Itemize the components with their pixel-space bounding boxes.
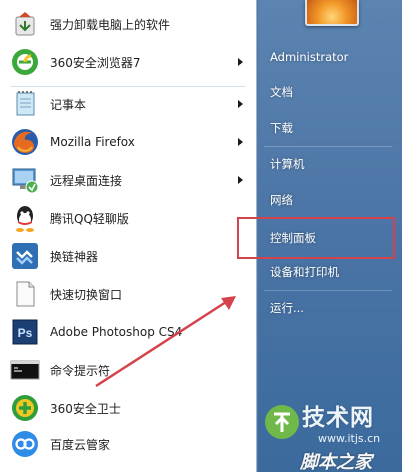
program-item-cmd[interactable]: 命令提示符 [4, 352, 254, 388]
program-label: 快速切换窗口 [50, 287, 123, 302]
program-label: 360安全浏览器7 [50, 55, 141, 70]
watermark-bottom: 脚本之家 [300, 452, 372, 472]
program-label: 远程桌面连接 [50, 173, 123, 188]
baidu-cloud-icon [12, 431, 38, 457]
right-item-documents[interactable]: 文档 [270, 84, 293, 100]
program-item-firefox[interactable]: Mozilla Firefox [4, 124, 254, 160]
right-item-computer[interactable]: 计算机 [270, 156, 305, 172]
program-label: Mozilla Firefox [50, 135, 135, 149]
watermark-brand: 技术网 [302, 405, 374, 431]
notepad-icon [16, 91, 35, 116]
user-avatar[interactable] [305, 0, 359, 26]
control-panel-highlight-box [237, 217, 395, 259]
safe-360-icon [12, 395, 38, 421]
program-label: 记事本 [50, 97, 87, 112]
program-label: 强力卸载电脑上的软件 [50, 17, 171, 32]
window-switch-icon [16, 281, 35, 307]
programs-pane: 强力卸载电脑上的软件 360安全浏览器7 记事本 Mozilla Firefox [0, 0, 257, 472]
submenu-arrow-icon[interactable] [238, 176, 243, 184]
program-item-notepad[interactable]: 记事本 [4, 86, 254, 122]
program-item-remote-desktop[interactable]: 远程桌面连接 [4, 162, 254, 198]
right-item-run[interactable]: 运行... [270, 300, 304, 316]
link-tool-icon [12, 243, 38, 269]
program-item-link-tool[interactable]: 换链神器 [4, 238, 254, 274]
right-divider [264, 290, 392, 291]
watermark-logo-icon [265, 405, 299, 439]
program-item-uninstaller[interactable]: 强力卸载电脑上的软件 [4, 6, 254, 42]
svg-text:Ps: Ps [18, 326, 33, 340]
program-label: 换链神器 [50, 249, 99, 264]
program-label: Adobe Photoshop CS4 [50, 325, 183, 339]
right-item-user[interactable]: Administrator [270, 50, 348, 64]
cmd-icon [10, 360, 40, 380]
uninstall-icon [15, 12, 35, 36]
program-item-photoshop[interactable]: Ps Adobe Photoshop CS4 [4, 314, 254, 350]
program-item-window-switch[interactable]: 快速切换窗口 [4, 276, 254, 312]
right-item-devices-printers[interactable]: 设备和打印机 [270, 264, 339, 280]
program-label: 腾讯QQ轻聊版 [50, 211, 129, 226]
program-item-360-safe[interactable]: 360安全卫士 [4, 390, 254, 426]
submenu-arrow-icon[interactable] [238, 58, 243, 66]
watermark-url: www.itjs.cn [318, 432, 381, 445]
program-label: 命令提示符 [50, 363, 111, 378]
program-item-qq[interactable]: 腾讯QQ轻聊版 [4, 200, 254, 236]
program-label: 百度云管家 [50, 437, 111, 452]
photoshop-icon: Ps [12, 319, 38, 345]
submenu-arrow-icon[interactable] [238, 138, 243, 146]
browser-360-icon [12, 49, 38, 75]
right-divider [264, 146, 392, 147]
program-label: 360安全卫士 [50, 401, 121, 416]
program-item-360-browser[interactable]: 360安全浏览器7 [4, 44, 254, 80]
remote-desktop-icon [12, 168, 39, 194]
program-item-baidu-cloud[interactable]: 百度云管家 [4, 426, 254, 462]
right-item-network[interactable]: 网络 [270, 192, 293, 208]
qq-icon [16, 206, 34, 232]
right-item-downloads[interactable]: 下载 [270, 120, 293, 136]
firefox-icon [12, 129, 38, 155]
submenu-arrow-icon[interactable] [238, 100, 243, 108]
